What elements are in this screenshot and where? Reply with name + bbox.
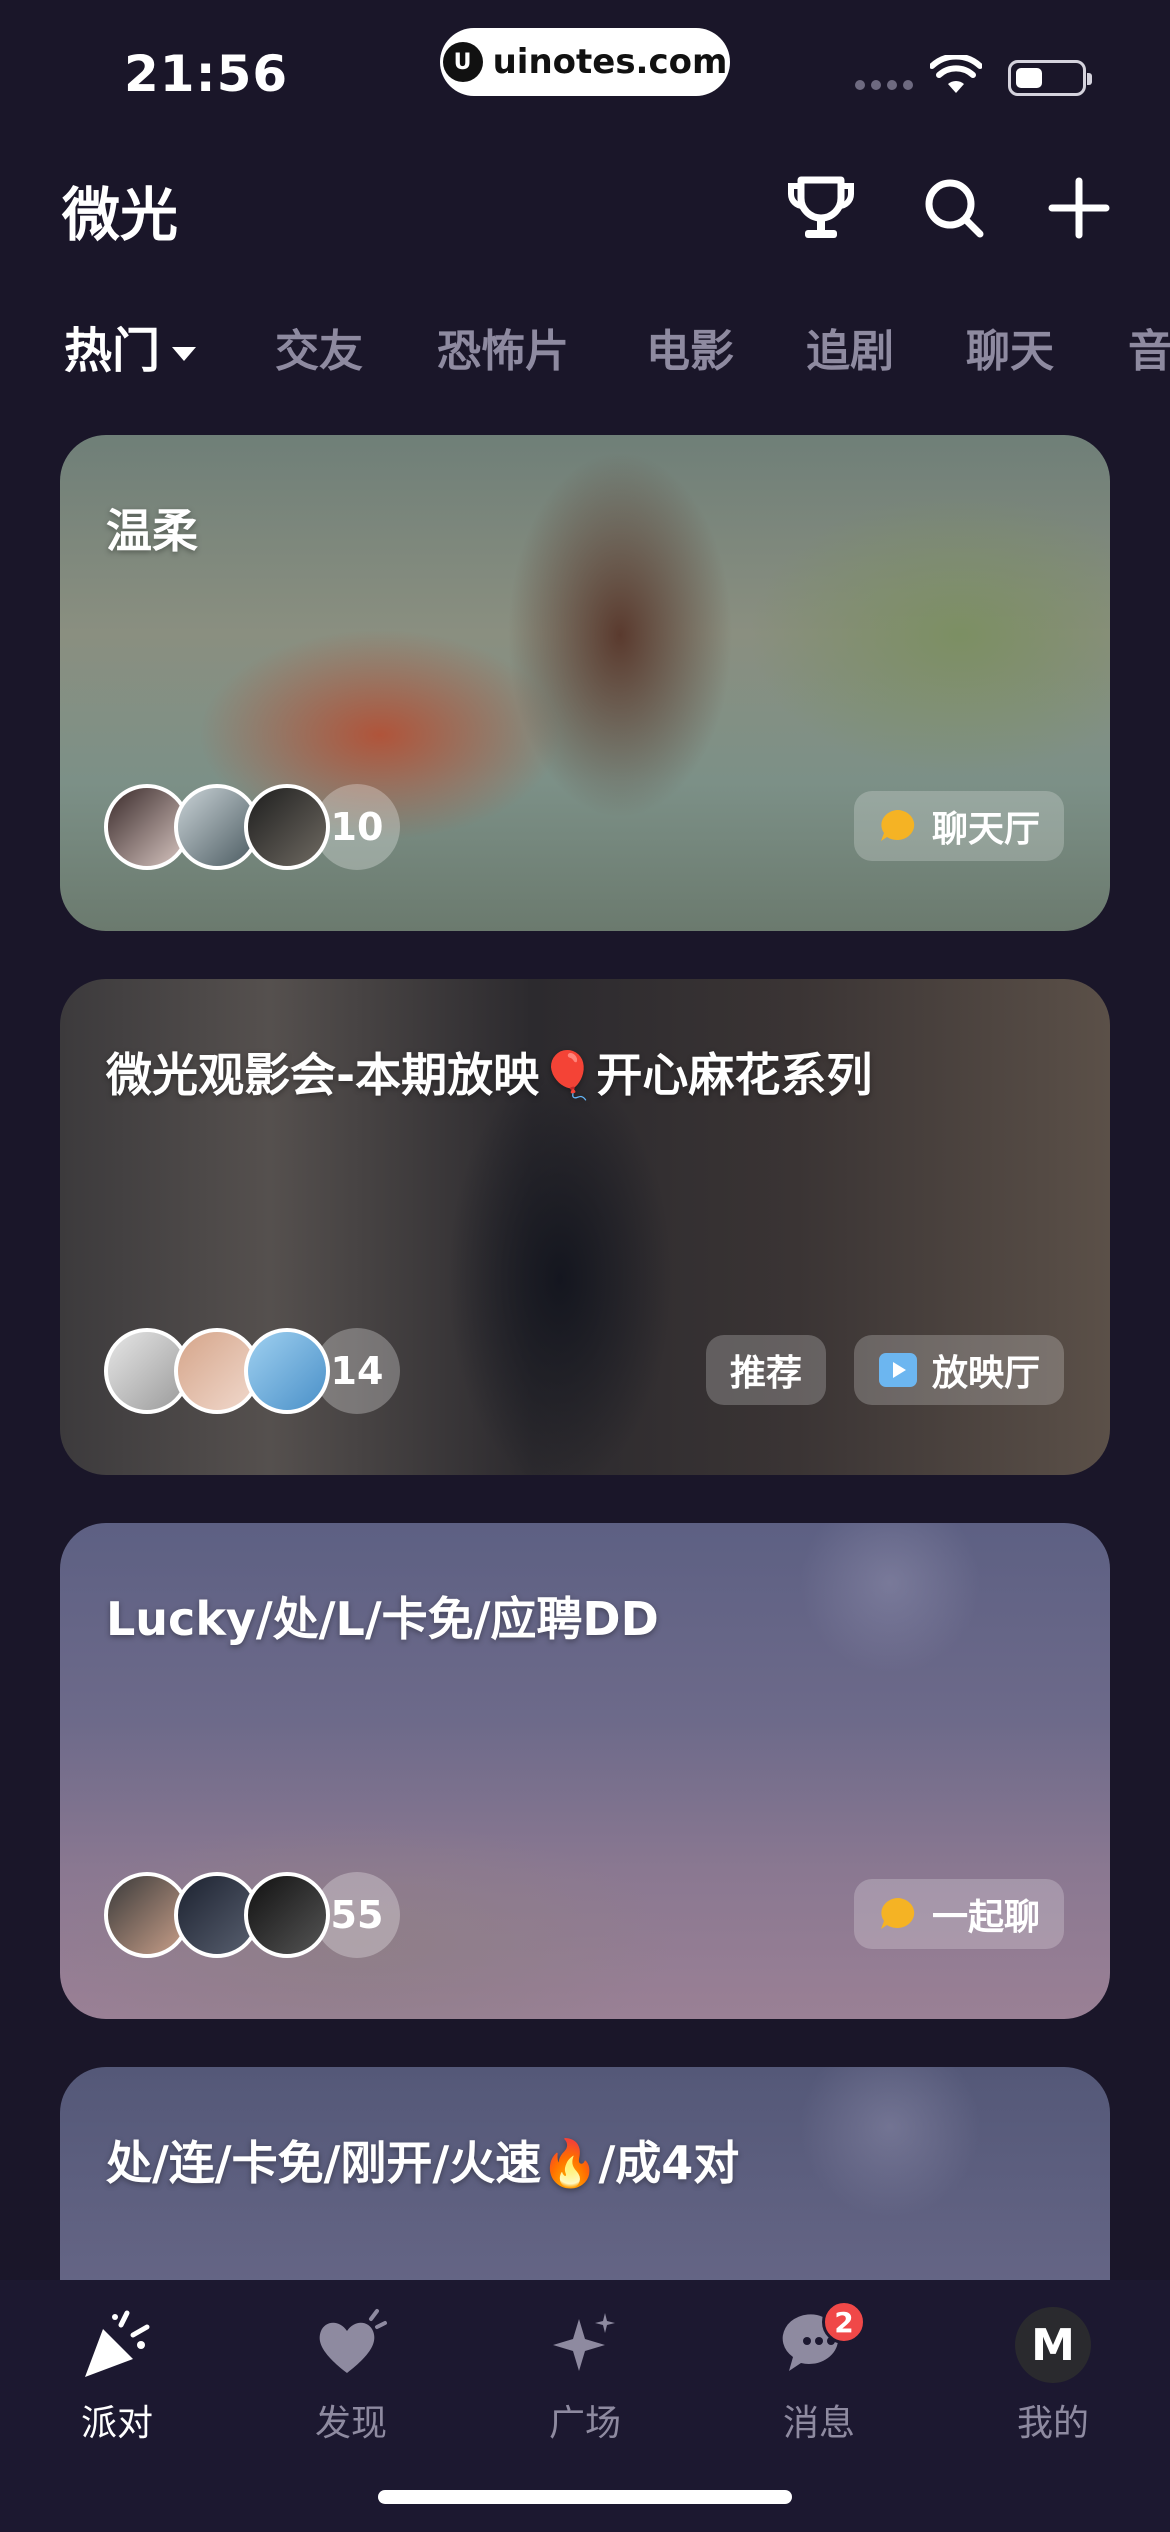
avatar bbox=[244, 784, 330, 870]
tabbar-discover[interactable]: 发现 bbox=[276, 2300, 426, 2446]
tag-chat-together: 一起聊 bbox=[853, 1879, 1064, 1949]
avatar: M bbox=[1015, 2307, 1091, 2383]
tabbar-label: 发现 bbox=[314, 2403, 387, 2444]
tab-horror[interactable]: 恐怖片 bbox=[437, 315, 569, 379]
avatar bbox=[244, 1872, 330, 1958]
signal-icon bbox=[855, 80, 915, 90]
tabbar-label: 消息 bbox=[782, 2403, 855, 2444]
unread-badge: 2 bbox=[822, 2300, 866, 2344]
tab-movie[interactable]: 电影 bbox=[646, 315, 734, 379]
chat-bubble-icon bbox=[880, 1898, 915, 1929]
tabbar-label: 我的 bbox=[1016, 2403, 1089, 2444]
sparkle-icon bbox=[540, 2300, 630, 2390]
url-text: uinotes.com bbox=[492, 42, 728, 82]
room-tags: 聊天厅 bbox=[853, 791, 1064, 861]
caret-down-icon bbox=[172, 347, 197, 361]
avatar bbox=[244, 1328, 330, 1414]
search-icon[interactable] bbox=[916, 170, 992, 246]
battery-icon bbox=[1008, 60, 1092, 96]
room-title: 微光观影会-本期放映🎈开心麻花系列 bbox=[106, 1048, 873, 1102]
room-title: 温柔 bbox=[106, 504, 198, 558]
room-title: Lucky/处/L/卡免/应聘DD bbox=[106, 1592, 659, 1646]
chat-bubble-icon bbox=[880, 810, 915, 841]
tag-screening-room: 放映厅 bbox=[853, 1335, 1064, 1405]
party-popper-icon bbox=[72, 2300, 162, 2390]
room-card[interactable]: 微光观影会-本期放映🎈开心麻花系列 14 推荐 放映厅 bbox=[60, 979, 1110, 1475]
tabbar-label: 派对 bbox=[80, 2403, 153, 2444]
room-card[interactable]: 处/连/卡免/刚开/火速🔥/成4对 bbox=[60, 2067, 1110, 2280]
room-title: 处/连/卡免/刚开/火速🔥/成4对 bbox=[106, 2136, 740, 2190]
app-title: 微光 bbox=[62, 181, 179, 249]
tab-friends[interactable]: 交友 bbox=[275, 315, 363, 379]
tab-music[interactable]: 音 bbox=[1128, 315, 1170, 379]
uinotes-logo-icon: U bbox=[442, 42, 483, 82]
tab-hot[interactable]: 热门 bbox=[64, 311, 197, 381]
trophy-icon[interactable] bbox=[783, 170, 859, 246]
wifi-icon bbox=[930, 55, 982, 93]
status-bar: 21:56 U uinotes.com bbox=[0, 0, 1170, 130]
tabbar-profile[interactable]: M 我的 bbox=[978, 2300, 1128, 2446]
room-tags: 一起聊 bbox=[853, 1879, 1064, 1949]
message-icon: 2 bbox=[774, 2300, 866, 2390]
tag-recommended: 推荐 bbox=[705, 1335, 826, 1405]
play-icon bbox=[878, 1353, 917, 1387]
heart-icon bbox=[306, 2300, 396, 2390]
tab-series[interactable]: 追剧 bbox=[806, 315, 894, 379]
room-card[interactable]: Lucky/处/L/卡免/应聘DD 55 一起聊 bbox=[60, 1523, 1110, 2019]
room-tags: 推荐 放映厅 bbox=[705, 1335, 1064, 1405]
url-pill[interactable]: U uinotes.com bbox=[440, 28, 730, 96]
room-card[interactable]: 温柔 10 聊天厅 bbox=[60, 435, 1110, 931]
tabbar-label: 广场 bbox=[548, 2403, 621, 2444]
status-time: 21:56 bbox=[124, 45, 289, 103]
plus-icon[interactable] bbox=[1041, 170, 1117, 246]
tag-chat-hall: 聊天厅 bbox=[853, 791, 1064, 861]
tabbar-square[interactable]: 广场 bbox=[510, 2300, 660, 2446]
tabbar-party[interactable]: 派对 bbox=[42, 2300, 192, 2446]
app-header: 微光 bbox=[0, 150, 1170, 260]
profile-avatar-icon: M bbox=[1008, 2300, 1098, 2390]
member-avatars: 14 bbox=[104, 1325, 400, 1417]
room-feed: 温柔 10 聊天厅 微光观影会-本期放映🎈开心麻花系列 14 推荐 放映厅 Lu… bbox=[0, 435, 1170, 2280]
member-avatars: 55 bbox=[104, 1869, 400, 1961]
tabbar-messages[interactable]: 2 消息 bbox=[744, 2300, 894, 2446]
tab-chat[interactable]: 聊天 bbox=[966, 315, 1054, 379]
member-avatars: 10 bbox=[104, 781, 400, 873]
home-indicator bbox=[378, 2490, 792, 2504]
category-tabs: 热门 交友 恐怖片 电影 追剧 聊天 音 bbox=[0, 305, 1170, 385]
